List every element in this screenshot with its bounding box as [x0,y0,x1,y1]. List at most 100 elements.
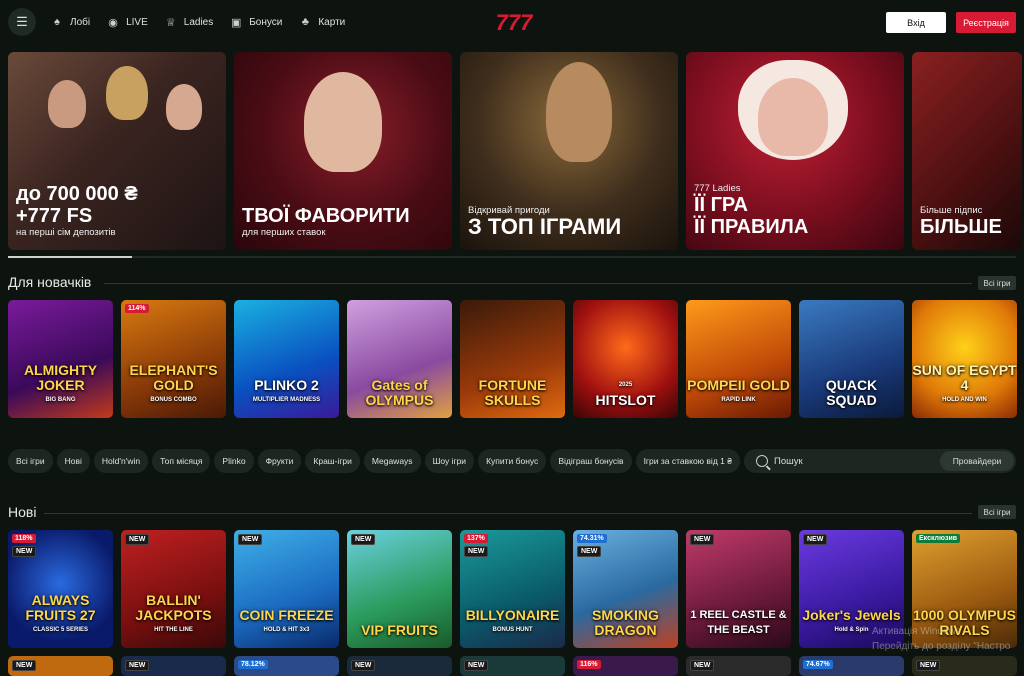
game-tile[interactable]: NEW [686,656,791,676]
game-title: FORTUNE SKULLS [460,378,565,408]
game-tile[interactable]: 114% ELEPHANT'S GOLD BONUS COMBO [121,300,226,418]
ladies-icon: ♕ [165,16,176,29]
game-title: BALLIN' JACKPOTS HIT THE LINE [121,593,226,638]
game-tile[interactable]: NEW [912,656,1017,676]
game-tile[interactable]: NEW [121,656,226,676]
filter-buy-bonus[interactable]: Купити бонус [478,449,547,473]
banner-figure [106,66,148,120]
new-badge: NEW [464,660,489,671]
filter-all[interactable]: Всі ігри [8,449,53,473]
filter-megaways[interactable]: Megaways [363,449,421,473]
game-tile[interactable]: 116% [573,656,678,676]
hamburger-icon[interactable]: ☰ [8,8,36,36]
filter-top-month[interactable]: Топ місяця [152,449,211,473]
banner-ladies[interactable]: 777 Ladies ЇЇ ГРА ЇЇ ПРАВИЛА [686,52,904,250]
banner-amount: до 700 000 ₴ [16,183,138,205]
game-title: Gates of OLYMPUS [347,378,452,408]
game-tile[interactable]: PLINKO 2 MULTIPLIER MADNESS [234,300,339,418]
game-tile[interactable]: NEW [460,656,565,676]
game-tile[interactable]: QUACK SQUAD [799,300,904,418]
game-name: FORTUNE SKULLS [478,377,547,408]
game-tile[interactable]: NEW [8,656,113,676]
newbies-row: ALMIGHTY JOKER BIG BANG 114% ELEPHANT'S GO… [8,300,1017,418]
nav-ladies[interactable]: ♕ Ladies [164,16,213,29]
all-games-button[interactable]: Всі ігри [978,276,1016,290]
banner-favorites[interactable]: ТВОЇ ФАВОРИТИ для перших ставок [234,52,452,250]
game-subtitle: HOLD AND WIN [942,397,987,403]
game-tile[interactable]: 74.67% [799,656,904,676]
game-tile[interactable]: POMPEII GOLD RAPID LINK [686,300,791,418]
filter-show[interactable]: Шоу ігри [424,449,475,473]
game-subtitle: HOLD & HIT 3x3 [263,627,310,633]
new-badge: NEW [690,660,715,671]
banner-top-games[interactable]: Відкривай пригоди З ТОП ІГРАМИ [460,52,678,250]
filter-hold-n-win[interactable]: Hold'n'win [93,449,149,473]
game-tile[interactable]: 74.31% NEW SMOKING DRAGON [573,530,678,648]
filter-fruits[interactable]: Фрукти [257,449,302,473]
login-button[interactable]: Вхід [886,12,946,33]
game-name: ALMIGHTY JOKER [23,362,98,393]
game-name: ALWAYS FRUITS 27 [25,592,96,623]
top-bar: ☰ ♠ Лобі ◉ LIVE ♕ Ladies ▣ Бонуси ♣ Карти 777… [0,0,1024,44]
new-badge: NEW [803,534,828,545]
banner-text: ТВОЇ ФАВОРИТИ для перших ставок [242,205,410,238]
new-badge: NEW [125,660,150,671]
game-subtitle: BIG BANG [45,397,76,403]
game-tile[interactable]: NEW VIP FRUITS [347,530,452,648]
game-name: HITSLOT [595,392,656,408]
game-title: 1 REEL CASTLE & THE BEAST [686,608,791,638]
game-tile[interactable]: SUN OF EGYPT 4 HOLD AND WIN [912,300,1017,418]
site-logo[interactable]: 777 [491,8,537,36]
third-games-row: NEW NEW 78.12% NEW NEW 116% NEW 74.67% N… [8,656,1017,676]
game-title: ALWAYS FRUITS 27 CLASSIC 5 SERIES [8,593,113,638]
banner-text: 777 Ladies ЇЇ ГРА ЇЇ ПРАВИЛА [694,183,808,238]
rtp-badge: 74.31% [577,534,607,543]
filter-new[interactable]: Нові [56,449,90,473]
banner-figure [48,80,86,128]
banner-welcome-bonus[interactable]: до 700 000 ₴ +777 FS на перші сім депози… [8,52,226,250]
game-tile[interactable]: ALMIGHTY JOKER BIG BANG [8,300,113,418]
nav-cards[interactable]: ♣ Карти [298,16,346,28]
game-title: POMPEII GOLD RAPID LINK [687,378,790,408]
game-tile[interactable]: NEW BALLIN' JACKPOTS HIT THE LINE [121,530,226,648]
game-tile[interactable]: 137% NEW BILLYONAIRE BONUS HUNT [460,530,565,648]
game-name: 1 REEL CASTLE & THE BEAST [690,609,787,636]
register-button[interactable]: Реєстрація [956,12,1016,33]
game-tile[interactable]: NEW COIN FREEZE HOLD & HIT 3x3 [234,530,339,648]
new-games-row: 118% NEW ALWAYS FRUITS 27 CLASSIC 5 SERIES … [8,530,1017,648]
game-subtitle: BONUS HUNT [492,627,533,633]
game-tile[interactable]: NEW [347,656,452,676]
banner-pretitle: Більше підпис [920,205,983,216]
filter-wagering[interactable]: Відіграш бонусів [550,449,632,473]
exclusive-badge: Ексклюзив [916,534,961,543]
game-tile[interactable]: 2025 HITSLOT [573,300,678,418]
banner-text: до 700 000 ₴ +777 FS на перші сім депози… [16,183,138,238]
filter-min-bet[interactable]: Ігри за ставкою від 1 ₴ [635,449,740,473]
auth-buttons: Вхід Реєстрація [886,12,1016,33]
banner-line2: ЇЇ ПРАВИЛА [694,216,809,238]
game-tile[interactable]: Gates of OLYMPUS [347,300,452,418]
nav-lobby[interactable]: ♠ Лобі [50,16,90,28]
nav-live[interactable]: ◉ LIVE [106,16,148,29]
windows-activation-watermark: Активація Windows Перейдіть до розділу "… [872,624,1010,654]
game-title: ELEPHANT'S GOLD BONUS COMBO [121,363,226,408]
filter-crash[interactable]: Краш-ігри [305,449,360,473]
rtp-badge: 137% [464,534,488,543]
game-tile[interactable]: NEW 1 REEL CASTLE & THE BEAST [686,530,791,648]
new-badge: NEW [916,660,941,671]
all-games-button[interactable]: Всі ігри [978,505,1016,519]
game-name: SUN OF EGYPT 4 [912,362,1017,393]
game-subtitle: HIT THE LINE [154,627,193,633]
game-subtitle: 2025 [618,382,633,388]
watermark-line1: Активація Windows [872,626,961,637]
game-tile[interactable]: FORTUNE SKULLS [460,300,565,418]
nav-bonuses[interactable]: ▣ Бонуси [229,16,282,29]
nav-lobby-label: Лобі [70,16,91,28]
banner-more[interactable]: Більше підпис БІЛЬШЕ [912,52,1022,250]
game-tile[interactable]: 118% NEW ALWAYS FRUITS 27 CLASSIC 5 SERIES [8,530,113,648]
game-tile[interactable]: 78.12% [234,656,339,676]
search-icon [756,455,768,467]
providers-button[interactable]: Провайдери [940,451,1014,471]
filter-plinko[interactable]: Plinko [214,449,254,473]
search-input[interactable] [774,455,934,467]
